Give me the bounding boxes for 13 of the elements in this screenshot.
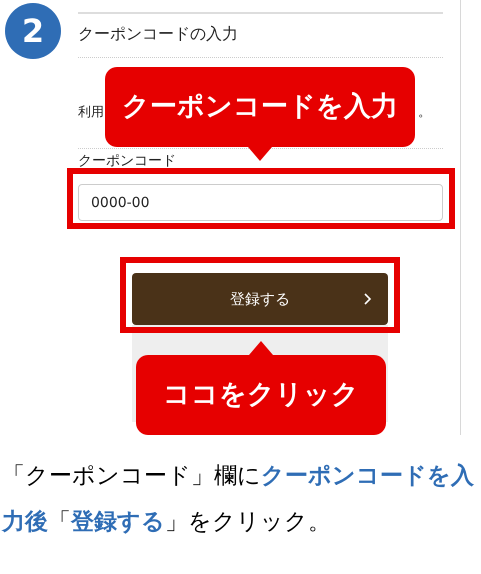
section-title: クーポンコードの入力 [78,24,239,44]
callout-tooltip: クーポンコードを入力 [105,67,415,147]
note-text: 利用 [78,104,104,122]
callout-pointer [248,147,272,161]
callout-tooltip: ココをクリック [136,355,386,435]
register-button[interactable]: 登録する [132,273,388,325]
note-text: 。 [418,104,431,122]
step-badge: 2 [5,3,61,59]
coupon-input-field[interactable]: 0000-00 [78,184,443,221]
instruction-text: 「クーポンコード」欄にクーポンコードを入力後「登録する」をクリック。 [0,462,474,537]
chevron-right-icon [364,293,372,305]
field-label: クーポンコード [78,152,176,170]
callout-pointer [249,341,273,355]
